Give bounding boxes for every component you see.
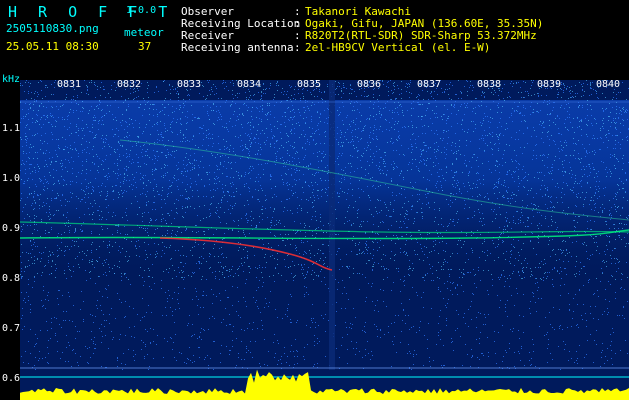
- spectrogram-canvas: [20, 80, 629, 400]
- x-tick-label: 0832: [117, 79, 142, 90]
- noise-band: [20, 100, 629, 280]
- x-tick-label: 0835: [297, 79, 322, 90]
- x-tick-label: 0837: [417, 79, 442, 90]
- x-tick-label: 0840: [596, 79, 621, 90]
- y-tick-label: 0.8: [2, 273, 21, 284]
- x-tick-label: 0834: [237, 79, 262, 90]
- date-time: 25.05.11 08:30: [6, 40, 99, 53]
- app-version: 1.0.0: [126, 5, 157, 16]
- y-tick-label: 1.0: [2, 173, 21, 184]
- antenna-colon: :: [294, 41, 301, 54]
- antenna-label: Receiving antenna: [181, 41, 294, 54]
- baseline-marker: [20, 376, 629, 378]
- y-tick-label: 0.9: [2, 223, 21, 234]
- meteor-label: meteor: [124, 26, 164, 39]
- y-tick-label: 0.7: [2, 323, 21, 334]
- y-tick-label: 1.1: [2, 123, 21, 134]
- x-tick-label: 0833: [177, 79, 202, 90]
- spectrogram: [20, 80, 629, 400]
- x-tick-label: 0839: [537, 79, 562, 90]
- file-name: 2505110830.png: [6, 22, 99, 35]
- x-tick-label: 0838: [477, 79, 502, 90]
- x-tick-label: 0836: [357, 79, 382, 90]
- interference-stripe: [329, 80, 335, 370]
- y-tick-label: 0.6: [2, 373, 21, 384]
- meteor-count: 37: [138, 40, 152, 53]
- x-tick-label: 0831: [57, 79, 82, 90]
- antenna-value: 2el-HB9CV Vertical (el. E-W): [305, 41, 491, 54]
- y-axis-unit: kHz: [2, 74, 21, 85]
